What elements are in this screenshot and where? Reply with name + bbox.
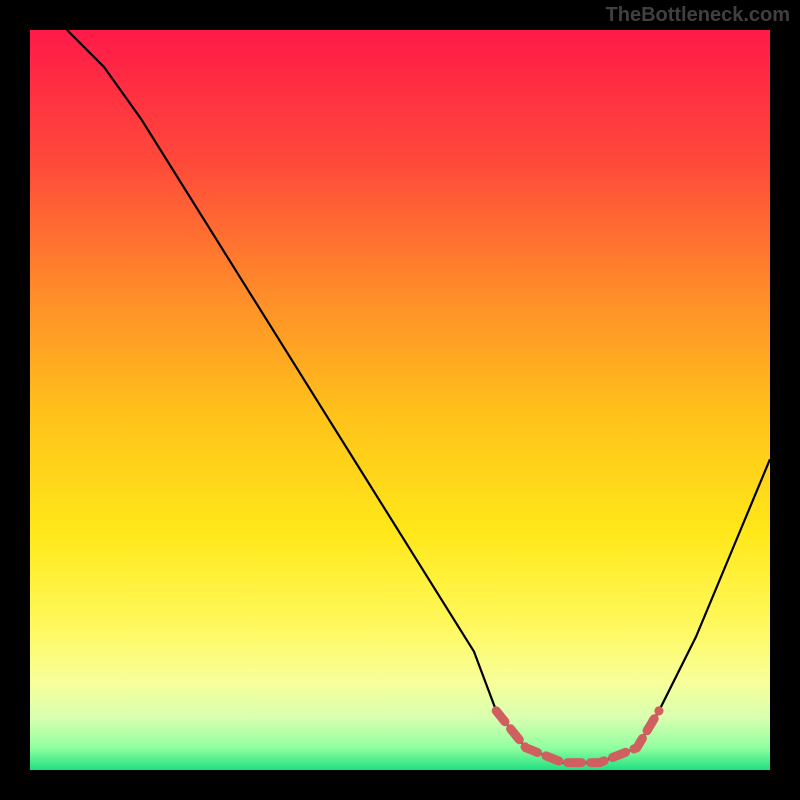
optimal-range-marker: [496, 711, 659, 763]
plot-area: [30, 30, 770, 770]
watermark-text: TheBottleneck.com: [606, 4, 790, 27]
bottleneck-curve: [67, 30, 770, 763]
curve-layer: [30, 30, 770, 770]
